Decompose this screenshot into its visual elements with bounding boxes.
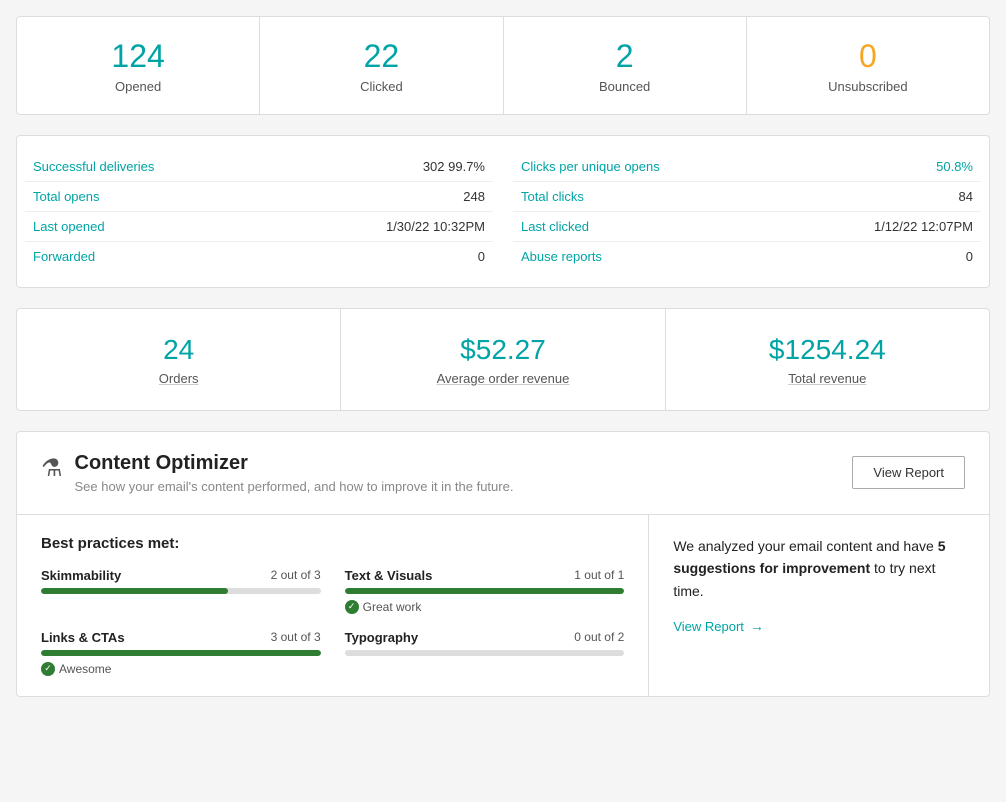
progress-bar-bg — [41, 650, 321, 656]
practice-score: 2 out of 3 — [271, 568, 321, 583]
view-report-link[interactable]: View Report → — [673, 618, 965, 634]
practice-name: Text & Visuals — [345, 568, 433, 583]
optimizer-title-area: ⚗ Content Optimizer See how your email's… — [41, 452, 513, 494]
page-wrapper: 124 Opened 22 Clicked 2 Bounced 0 Unsubs… — [0, 0, 1006, 713]
stat-unsubscribed-label: Unsubscribed — [757, 79, 979, 94]
metric-row: Total clicks 84 — [513, 182, 981, 212]
content-optimizer: ⚗ Content Optimizer See how your email's… — [16, 431, 990, 697]
revenue-row: 24 Orders $52.27 Average order revenue $… — [16, 308, 990, 411]
practice-badge: ✓ Great work — [345, 600, 625, 614]
badge-label: Awesome — [59, 662, 111, 676]
practice-name: Typography — [345, 630, 418, 645]
stat-unsubscribed-value: 0 — [757, 37, 979, 75]
metric-row: Total opens 248 — [25, 182, 493, 212]
metric-label: Last opened — [33, 219, 105, 234]
metric-value: 1/12/22 12:07PM — [874, 219, 973, 234]
check-icon: ✓ — [41, 662, 55, 676]
practice-header: Links & CTAs 3 out of 3 — [41, 630, 321, 645]
total-revenue-value: $1254.24 — [676, 333, 979, 367]
practice-header: Skimmability 2 out of 3 — [41, 568, 321, 583]
suggestions-panel: We analyzed your email content and have … — [649, 515, 989, 696]
stat-bounced-value: 2 — [514, 37, 736, 75]
progress-bar-bg — [345, 588, 625, 594]
metric-value: 0 — [966, 249, 973, 264]
metrics-section: Successful deliveries 302 99.7% Total op… — [16, 135, 990, 288]
metric-value: 84 — [959, 189, 973, 204]
stat-clicked: 22 Clicked — [260, 17, 503, 114]
practice-header: Typography 0 out of 2 — [345, 630, 625, 645]
practices-panel: Best practices met: Skimmability 2 out of… — [17, 515, 649, 696]
arrow-right-icon: → — [750, 618, 764, 634]
metrics-right-col: Clicks per unique opens 50.8% Total clic… — [513, 152, 981, 271]
view-report-link-label: View Report — [673, 619, 744, 634]
optimizer-header: ⚗ Content Optimizer See how your email's… — [17, 432, 989, 515]
revenue-orders: 24 Orders — [17, 309, 341, 410]
metric-row: Last opened 1/30/22 10:32PM — [25, 212, 493, 242]
metric-label: Clicks per unique opens — [521, 159, 660, 174]
optimizer-body: Best practices met: Skimmability 2 out of… — [17, 515, 989, 696]
revenue-total: $1254.24 Total revenue — [666, 309, 989, 410]
metric-row: Clicks per unique opens 50.8% — [513, 152, 981, 182]
stat-unsubscribed: 0 Unsubscribed — [747, 17, 989, 114]
avg-revenue-label: Average order revenue — [351, 371, 654, 386]
practice-item: Text & Visuals 1 out of 1 ✓ Great work — [345, 568, 625, 614]
flask-icon: ⚗ — [41, 454, 63, 483]
practice-score: 1 out of 1 — [574, 568, 624, 583]
stat-bounced: 2 Bounced — [504, 17, 747, 114]
practices-grid: Skimmability 2 out of 3 Text & Visuals 1 ou… — [41, 568, 624, 676]
practice-score: 0 out of 2 — [574, 630, 624, 645]
metric-label: Total opens — [33, 189, 100, 204]
stats-row: 124 Opened 22 Clicked 2 Bounced 0 Unsubs… — [16, 16, 990, 115]
total-revenue-label: Total revenue — [676, 371, 979, 386]
practice-item: Typography 0 out of 2 — [345, 630, 625, 676]
badge-label: Great work — [363, 600, 422, 614]
metric-row: Forwarded 0 — [25, 242, 493, 271]
metric-value: 302 99.7% — [423, 159, 485, 174]
progress-bar-fill — [41, 650, 321, 656]
optimizer-title: Content Optimizer — [75, 452, 514, 475]
practices-title: Best practices met: — [41, 535, 624, 552]
view-report-button[interactable]: View Report — [852, 456, 965, 489]
practice-item: Links & CTAs 3 out of 3 ✓ Awesome — [41, 630, 321, 676]
optimizer-title-text: Content Optimizer See how your email's c… — [75, 452, 514, 494]
practice-item: Skimmability 2 out of 3 — [41, 568, 321, 614]
metric-value: 50.8% — [936, 159, 973, 174]
metrics-left-col: Successful deliveries 302 99.7% Total op… — [25, 152, 493, 271]
avg-revenue-value: $52.27 — [351, 333, 654, 367]
stat-clicked-value: 22 — [270, 37, 492, 75]
stat-bounced-label: Bounced — [514, 79, 736, 94]
progress-bar-bg — [41, 588, 321, 594]
metric-label: Last clicked — [521, 219, 589, 234]
metric-row: Abuse reports 0 — [513, 242, 981, 271]
progress-bar-bg — [345, 650, 625, 656]
metric-value: 0 — [478, 249, 485, 264]
orders-label: Orders — [27, 371, 330, 386]
revenue-avg: $52.27 Average order revenue — [341, 309, 665, 410]
check-icon: ✓ — [345, 600, 359, 614]
metric-row: Successful deliveries 302 99.7% — [25, 152, 493, 182]
practice-badge: ✓ Awesome — [41, 662, 321, 676]
metric-row: Last clicked 1/12/22 12:07PM — [513, 212, 981, 242]
metric-value: 1/30/22 10:32PM — [386, 219, 485, 234]
stat-opened-label: Opened — [27, 79, 249, 94]
practice-score: 3 out of 3 — [271, 630, 321, 645]
stat-opened-value: 124 — [27, 37, 249, 75]
metric-label: Forwarded — [33, 249, 95, 264]
practice-header: Text & Visuals 1 out of 1 — [345, 568, 625, 583]
suggestions-text: We analyzed your email content and have … — [673, 535, 965, 602]
progress-bar-fill — [345, 588, 625, 594]
optimizer-subtitle: See how your email's content performed, … — [75, 479, 514, 494]
metric-value: 248 — [463, 189, 485, 204]
stat-opened: 124 Opened — [17, 17, 260, 114]
orders-value: 24 — [27, 333, 330, 367]
stat-clicked-label: Clicked — [270, 79, 492, 94]
metric-label: Abuse reports — [521, 249, 602, 264]
practice-name: Skimmability — [41, 568, 121, 583]
metric-label: Successful deliveries — [33, 159, 154, 174]
progress-bar-fill — [41, 588, 228, 594]
practice-name: Links & CTAs — [41, 630, 125, 645]
metric-label: Total clicks — [521, 189, 584, 204]
